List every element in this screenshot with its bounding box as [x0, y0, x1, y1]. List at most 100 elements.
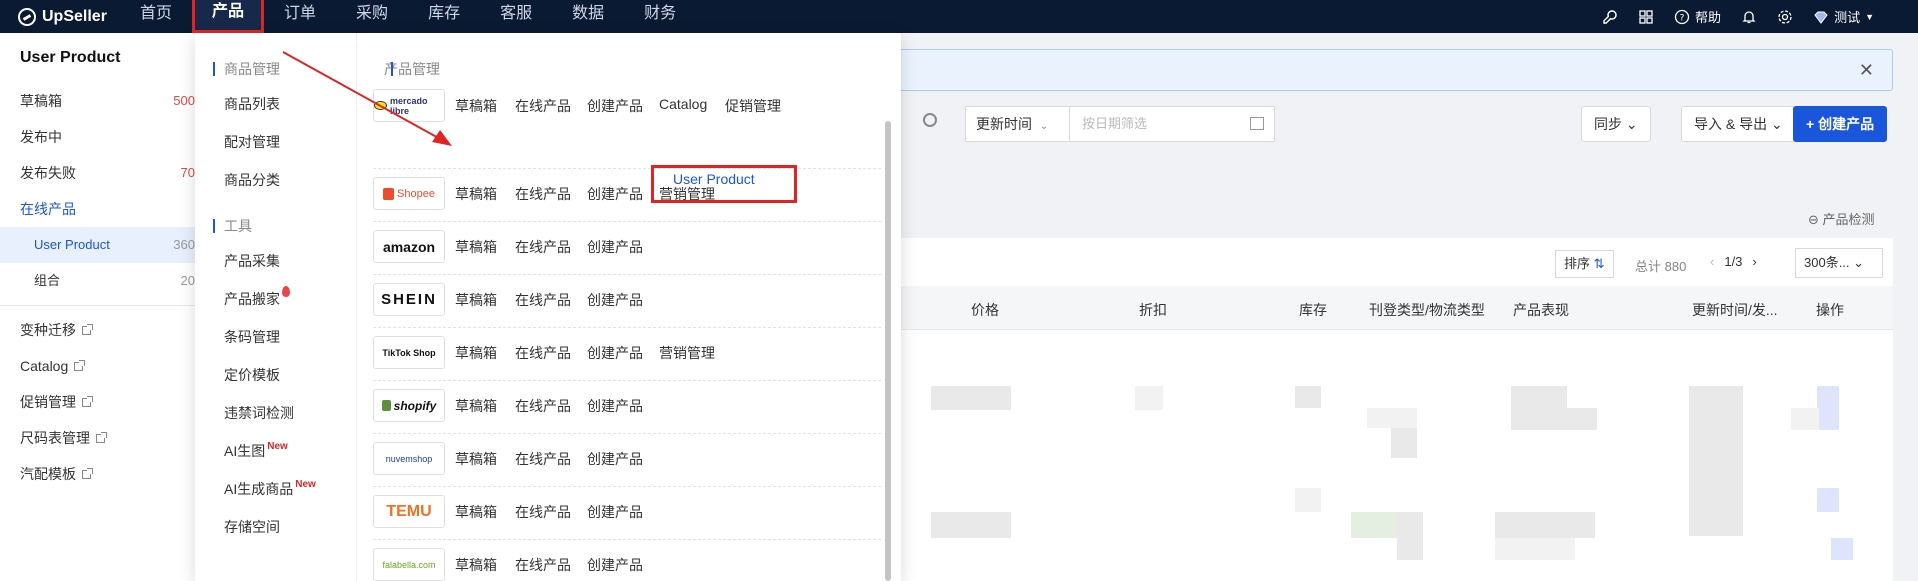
- link-drafts[interactable]: 草稿箱: [455, 184, 497, 204]
- menu-item-label: 存储空间: [224, 519, 280, 535]
- nav-inventory[interactable]: 库存: [408, 0, 480, 33]
- link-online[interactable]: 在线产品: [515, 184, 571, 204]
- external-link-icon: [74, 359, 86, 371]
- link-create[interactable]: 创建产品: [587, 343, 643, 363]
- link-online[interactable]: 在线产品: [515, 96, 571, 116]
- menu-item-category[interactable]: 商品分类: [195, 161, 356, 199]
- link-drafts[interactable]: 草稿箱: [455, 396, 497, 416]
- link-online[interactable]: 在线产品: [515, 502, 571, 522]
- user-menu[interactable]: 测试 ▼: [1813, 7, 1874, 26]
- link-online[interactable]: 在线产品: [515, 290, 571, 310]
- nav-purchase[interactable]: 采购: [336, 0, 408, 33]
- link-promotion[interactable]: 促销管理: [725, 96, 781, 116]
- sort-button[interactable]: 排序 ⇅: [1555, 250, 1614, 278]
- search-icon[interactable]: [923, 113, 937, 127]
- sidebar-item-user-product[interactable]: User Product 360: [0, 227, 195, 263]
- apps-grid-icon[interactable]: [1638, 9, 1654, 25]
- link-create[interactable]: 创建产品: [587, 555, 643, 575]
- link-create[interactable]: 创建产品: [587, 502, 643, 522]
- amazon-logo: amazon: [373, 230, 445, 263]
- nav-home[interactable]: 首页: [120, 0, 192, 33]
- sync-button[interactable]: 同步 ⌄: [1581, 106, 1651, 142]
- help-button[interactable]: ? 帮助: [1674, 7, 1721, 26]
- menu-item-ai-image[interactable]: AI生图 New: [195, 432, 356, 470]
- link-online[interactable]: 在线产品: [515, 396, 571, 416]
- menu-item-pairing[interactable]: 配对管理: [195, 123, 356, 161]
- close-icon[interactable]: ✕: [1859, 60, 1874, 81]
- sidebar-item-failed[interactable]: 发布失败 70: [0, 155, 195, 191]
- nav-product[interactable]: 产品: [192, 0, 265, 33]
- link-drafts[interactable]: 草稿箱: [455, 96, 497, 116]
- page-indicator: 1/3: [1724, 254, 1743, 269]
- link-create[interactable]: 创建产品: [587, 237, 643, 257]
- blurred-cell: [1831, 538, 1853, 560]
- link-create[interactable]: 创建产品: [587, 449, 643, 469]
- sidebar-link-auto-parts[interactable]: 汽配模板: [0, 456, 195, 492]
- link-drafts[interactable]: 草稿箱: [455, 502, 497, 522]
- upseller-logo[interactable]: UpSeller: [0, 7, 120, 26]
- menu-scrollbar[interactable]: [885, 121, 891, 581]
- top-navigation-bar: UpSeller 首页 产品 订单 采购 库存 客服 数据 财务 ? 帮助 测试…: [0, 0, 1918, 33]
- link-online[interactable]: 在线产品: [515, 343, 571, 363]
- column-discount: 折扣: [1139, 302, 1167, 318]
- link-online[interactable]: 在线产品: [515, 449, 571, 469]
- sort-icon: ⇅: [1593, 256, 1605, 271]
- bell-icon[interactable]: [1741, 9, 1757, 25]
- sidebar-item-publishing[interactable]: 发布中: [0, 119, 195, 155]
- link-user-product[interactable]: User Product: [673, 171, 755, 187]
- link-online[interactable]: 在线产品: [515, 237, 571, 257]
- menu-item-collect[interactable]: 产品采集: [195, 242, 356, 280]
- marketplace-name: Shopee: [397, 187, 435, 200]
- menu-item-storage[interactable]: 存储空间: [195, 508, 356, 546]
- create-product-button[interactable]: + 创建产品: [1793, 106, 1888, 142]
- new-badge: New: [267, 441, 288, 452]
- menu-item-goods-list[interactable]: 商品列表: [195, 85, 356, 123]
- link-create[interactable]: 创建产品: [587, 396, 643, 416]
- date-filter-input[interactable]: 按日期筛选: [1070, 106, 1275, 142]
- group-title-tools: 工具: [195, 216, 356, 236]
- link-catalog[interactable]: Catalog: [659, 96, 707, 112]
- menu-item-ai-product[interactable]: AI生成商品 New: [195, 470, 356, 508]
- link-drafts[interactable]: 草稿箱: [455, 343, 497, 363]
- link-create[interactable]: 创建产品: [587, 96, 643, 116]
- new-badge: New: [295, 479, 316, 490]
- marketplace-name: TikTok Shop: [382, 347, 436, 358]
- nav-orders[interactable]: 订单: [264, 0, 336, 33]
- nav-data[interactable]: 数据: [552, 0, 624, 33]
- column-performance: 产品表现: [1513, 302, 1569, 318]
- link-online[interactable]: 在线产品: [515, 555, 571, 575]
- time-type-select[interactable]: 更新时间 ⌄: [965, 106, 1070, 142]
- gear-icon[interactable]: [1777, 9, 1793, 25]
- link-drafts[interactable]: 草稿箱: [455, 555, 497, 575]
- link-drafts[interactable]: 草稿箱: [455, 290, 497, 310]
- sidebar-item-drafts[interactable]: 草稿箱 500: [0, 83, 195, 119]
- link-drafts[interactable]: 草稿箱: [455, 237, 497, 257]
- menu-item-banned-words[interactable]: 违禁词检测: [195, 394, 356, 432]
- link-marketing[interactable]: 营销管理: [659, 343, 715, 363]
- page-size-select[interactable]: 300条... ⌄: [1795, 248, 1883, 278]
- sidebar-item-label: 在线产品: [20, 201, 76, 217]
- wrench-icon[interactable]: [1602, 9, 1618, 25]
- menu-item-move[interactable]: 产品搬家: [195, 280, 356, 318]
- shein-logo: SHEIN: [373, 283, 445, 316]
- marketplace-row-shopee: Shopee 草稿箱 在线产品 创建产品 营销管理: [373, 169, 881, 222]
- product-check-link[interactable]: ⊖ 产品检测: [1808, 209, 1875, 228]
- link-create[interactable]: 创建产品: [587, 290, 643, 310]
- sidebar-item-bundle[interactable]: 组合 20: [0, 263, 195, 299]
- link-create[interactable]: 创建产品: [587, 184, 643, 204]
- import-export-button[interactable]: 导入 & 导出 ⌄: [1681, 106, 1796, 142]
- next-page-icon[interactable]: ›: [1752, 254, 1756, 269]
- sidebar-link-catalog[interactable]: Catalog: [0, 348, 195, 384]
- prev-page-icon[interactable]: ‹: [1710, 254, 1714, 269]
- nav-finance[interactable]: 财务: [624, 0, 696, 33]
- column-price: 价格: [971, 302, 999, 318]
- nav-customer-service[interactable]: 客服: [480, 0, 552, 33]
- sidebar-link-size-chart[interactable]: 尺码表管理: [0, 420, 195, 456]
- sidebar-link-promotion[interactable]: 促销管理: [0, 384, 195, 420]
- sidebar-link-variant-migration[interactable]: 变种迁移: [0, 312, 195, 348]
- menu-item-pricing-template[interactable]: 定价模板: [195, 356, 356, 394]
- link-drafts[interactable]: 草稿箱: [455, 449, 497, 469]
- blurred-cell: [1511, 386, 1567, 430]
- menu-item-barcode[interactable]: 条码管理: [195, 318, 356, 356]
- sidebar-item-online[interactable]: 在线产品: [0, 191, 195, 227]
